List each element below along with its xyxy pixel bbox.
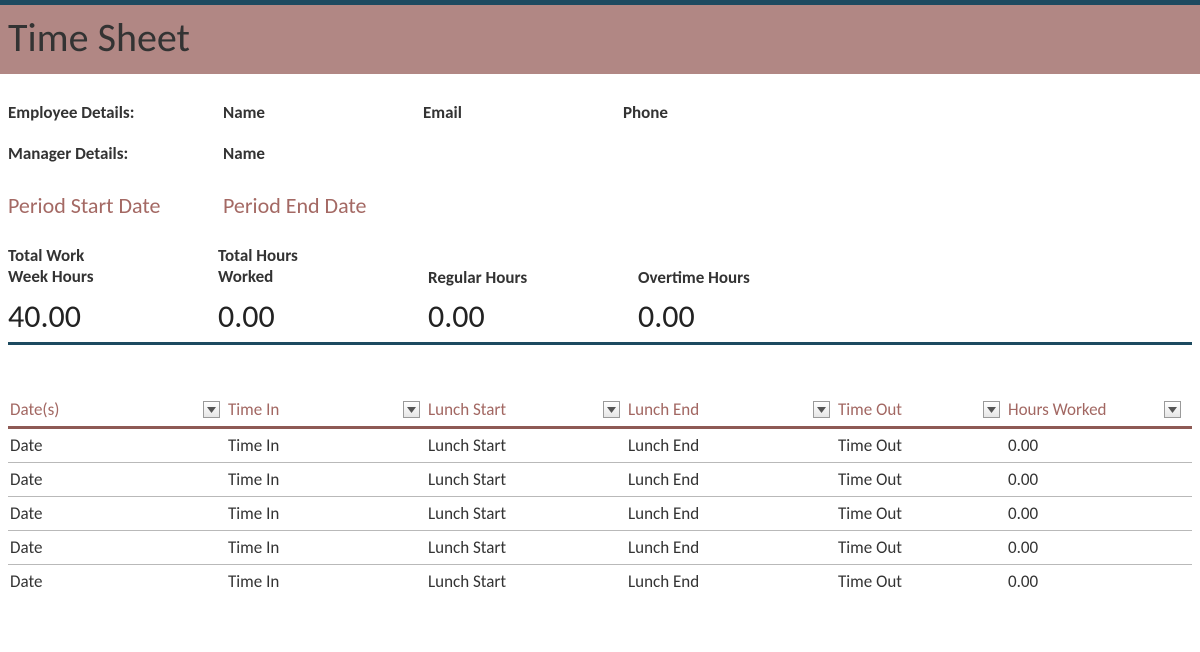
header-dates-label: Date(s) xyxy=(10,399,59,420)
header-hours-worked: Hours Worked xyxy=(1006,393,1191,426)
filter-button-time-out[interactable] xyxy=(983,401,1000,418)
cell-date[interactable]: Date xyxy=(8,463,226,496)
chevron-down-icon xyxy=(987,407,996,413)
cell-hours-worked[interactable]: 0.00 xyxy=(1006,497,1191,530)
cell-lunch-end[interactable]: Lunch End xyxy=(626,531,836,564)
cell-date[interactable]: Date xyxy=(8,429,226,462)
table-row: DateTime InLunch StartLunch EndTime Out0… xyxy=(8,463,1192,497)
cell-hours-worked[interactable]: 0.00 xyxy=(1006,531,1191,564)
cell-time-in[interactable]: Time In xyxy=(226,429,426,462)
table-row: DateTime InLunch StartLunch EndTime Out0… xyxy=(8,565,1192,598)
filter-button-lunch-start[interactable] xyxy=(603,401,620,418)
entries-table: Date(s) Time In xyxy=(8,393,1192,598)
cell-lunch-end[interactable]: Lunch End xyxy=(626,497,836,530)
table-row: DateTime InLunch StartLunch EndTime Out0… xyxy=(8,497,1192,531)
manager-name-label: Name xyxy=(223,143,423,164)
summary-row: Total WorkWeek Hours 40.00 Total HoursWo… xyxy=(8,245,1192,336)
cell-date[interactable]: Date xyxy=(8,565,226,598)
cell-lunch-start[interactable]: Lunch Start xyxy=(426,565,626,598)
filter-button-time-in[interactable] xyxy=(403,401,420,418)
cell-hours-worked[interactable]: 0.00 xyxy=(1006,565,1191,598)
manager-details-row: Manager Details: Name xyxy=(8,143,1192,164)
period-row: Period Start Date Period End Date xyxy=(8,192,1192,219)
header-hours-worked-label: Hours Worked xyxy=(1008,399,1107,420)
employee-phone-label: Phone xyxy=(623,102,823,123)
table-header-row: Date(s) Time In xyxy=(8,393,1192,429)
table-row: DateTime InLunch StartLunch EndTime Out0… xyxy=(8,531,1192,565)
cell-lunch-start[interactable]: Lunch Start xyxy=(426,463,626,496)
cell-time-in[interactable]: Time In xyxy=(226,497,426,530)
cell-lunch-end[interactable]: Lunch End xyxy=(626,565,836,598)
table-body: DateTime InLunch StartLunch EndTime Out0… xyxy=(8,429,1192,598)
summary-total-week-label: Total WorkWeek Hours xyxy=(8,245,218,291)
cell-time-out[interactable]: Time Out xyxy=(836,463,1006,496)
summary-total-worked: Total HoursWorked 0.00 xyxy=(218,245,428,336)
employee-details-row: Employee Details: Name Email Phone xyxy=(8,102,1192,123)
chevron-down-icon xyxy=(817,407,826,413)
cell-time-out[interactable]: Time Out xyxy=(836,531,1006,564)
summary-regular: Regular Hours 0.00 xyxy=(428,245,638,336)
cell-time-out[interactable]: Time Out xyxy=(836,565,1006,598)
summary-total-week-value: 40.00 xyxy=(8,297,218,336)
summary-overtime-label: Overtime Hours xyxy=(638,245,848,291)
header-time-in: Time In xyxy=(226,393,426,426)
header-time-out: Time Out xyxy=(836,393,1006,426)
summary-total-worked-value: 0.00 xyxy=(218,297,428,336)
summary-total-worked-label: Total HoursWorked xyxy=(218,245,428,291)
page-title: Time Sheet xyxy=(8,13,1192,62)
chevron-down-icon xyxy=(1168,407,1177,413)
summary-divider xyxy=(8,342,1192,345)
period-end-label: Period End Date xyxy=(223,192,523,219)
cell-time-out[interactable]: Time Out xyxy=(836,497,1006,530)
employee-email-label: Email xyxy=(423,102,623,123)
filter-button-hours-worked[interactable] xyxy=(1164,401,1181,418)
summary-overtime: Overtime Hours 0.00 xyxy=(638,245,848,336)
cell-date[interactable]: Date xyxy=(8,531,226,564)
summary-regular-label: Regular Hours xyxy=(428,245,638,291)
chevron-down-icon xyxy=(607,407,616,413)
filter-button-lunch-end[interactable] xyxy=(813,401,830,418)
cell-hours-worked[interactable]: 0.00 xyxy=(1006,463,1191,496)
cell-lunch-start[interactable]: Lunch Start xyxy=(426,497,626,530)
cell-time-in[interactable]: Time In xyxy=(226,463,426,496)
employee-name-label: Name xyxy=(223,102,423,123)
cell-hours-worked[interactable]: 0.00 xyxy=(1006,429,1191,462)
table-row: DateTime InLunch StartLunch EndTime Out0… xyxy=(8,429,1192,463)
period-start-label: Period Start Date xyxy=(8,192,223,219)
filter-button-dates[interactable] xyxy=(203,401,220,418)
header-lunch-start-label: Lunch Start xyxy=(428,399,506,420)
manager-details-label: Manager Details: xyxy=(8,143,223,164)
chevron-down-icon xyxy=(407,407,416,413)
cell-time-in[interactable]: Time In xyxy=(226,531,426,564)
summary-regular-value: 0.00 xyxy=(428,297,638,336)
title-bar: Time Sheet xyxy=(0,5,1200,74)
cell-lunch-end[interactable]: Lunch End xyxy=(626,429,836,462)
summary-total-week: Total WorkWeek Hours 40.00 xyxy=(8,245,218,336)
header-lunch-end-label: Lunch End xyxy=(628,399,699,420)
cell-time-out[interactable]: Time Out xyxy=(836,429,1006,462)
header-time-in-label: Time In xyxy=(228,399,279,420)
summary-overtime-value: 0.00 xyxy=(638,297,848,336)
header-lunch-end: Lunch End xyxy=(626,393,836,426)
header-time-out-label: Time Out xyxy=(838,399,902,420)
header-lunch-start: Lunch Start xyxy=(426,393,626,426)
cell-time-in[interactable]: Time In xyxy=(226,565,426,598)
timesheet-document: Time Sheet Employee Details: Name Email … xyxy=(0,0,1200,598)
body: Employee Details: Name Email Phone Manag… xyxy=(0,74,1200,598)
employee-details-label: Employee Details: xyxy=(8,102,223,123)
header-dates: Date(s) xyxy=(8,393,226,426)
cell-lunch-start[interactable]: Lunch Start xyxy=(426,429,626,462)
chevron-down-icon xyxy=(207,407,216,413)
cell-lunch-start[interactable]: Lunch Start xyxy=(426,531,626,564)
cell-lunch-end[interactable]: Lunch End xyxy=(626,463,836,496)
cell-date[interactable]: Date xyxy=(8,497,226,530)
